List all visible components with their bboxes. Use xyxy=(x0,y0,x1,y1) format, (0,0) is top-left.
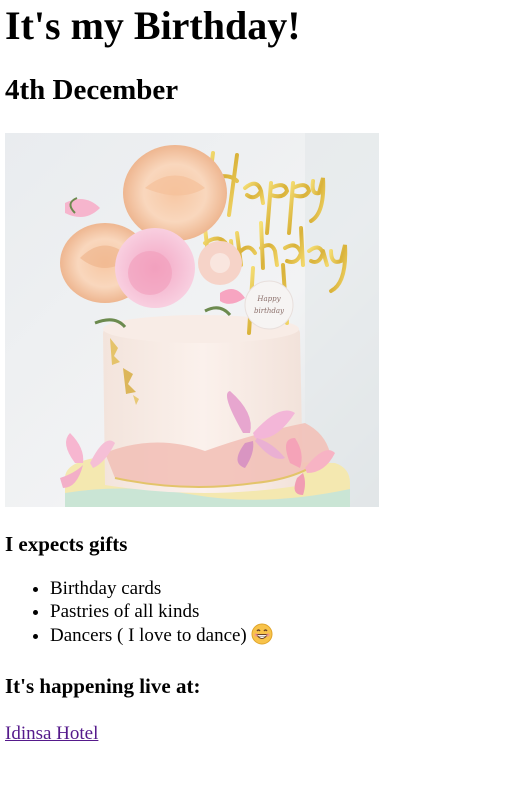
gift-label: Birthday cards xyxy=(50,578,162,599)
disc-text-happy: Happy xyxy=(256,295,281,303)
gift-label: Dancers ( I love to dance) xyxy=(50,625,247,646)
list-item: Pastries of all kinds xyxy=(50,600,504,623)
page-title: It's my Birthday! xyxy=(5,3,301,48)
birthday-disc xyxy=(244,280,294,330)
gift-list: Birthday cards Pastries of all kinds Dan… xyxy=(5,577,504,647)
birthday-cake-image: Happy birthday xyxy=(5,133,379,507)
gifts-heading: I expects gifts xyxy=(5,532,128,556)
gift-label: Pastries of all kinds xyxy=(50,601,200,622)
disc-text-birthday: birthday xyxy=(254,307,285,315)
event-date: 4th December xyxy=(5,74,179,106)
page-content: It's my Birthday! 4th December Happy bir… xyxy=(0,0,509,745)
list-item: Dancers ( I love to dance) xyxy=(50,623,504,647)
grinning-face-icon xyxy=(251,623,273,645)
venue-link[interactable]: Idinsa Hotel xyxy=(5,722,98,745)
venue-heading: It's happening live at: xyxy=(5,674,201,698)
list-item: Birthday cards xyxy=(50,577,504,600)
